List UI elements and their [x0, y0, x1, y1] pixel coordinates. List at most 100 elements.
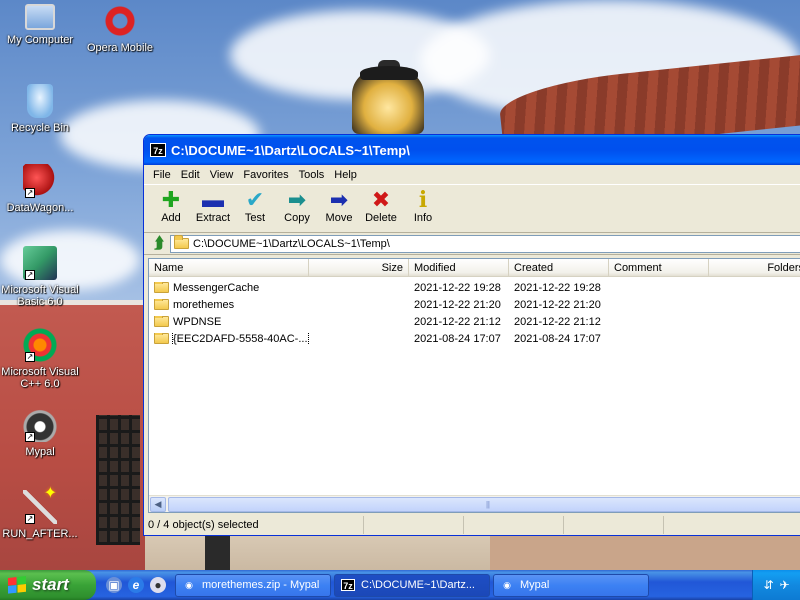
recycle-bin-icon — [27, 84, 53, 118]
file-list-rows: MessengerCache 2021-12-22 19:28 2021-12-… — [149, 277, 800, 347]
desktop-icon-label: Mypal — [25, 446, 55, 458]
desktop-icon-label: Microsoft Visual Basic 6.0 — [1, 284, 79, 308]
copy-button[interactable]: ➡ Copy — [276, 188, 318, 225]
folder-icon — [154, 298, 169, 310]
status-bar: 0 / 4 object(s) selected — [144, 515, 800, 535]
info-icon: i — [418, 187, 428, 213]
taskbar-item-mypal[interactable]: ◉ Mypal — [493, 573, 649, 597]
internet-explorer-icon[interactable]: e — [128, 577, 144, 593]
desktop-icon-opera-mobile[interactable]: Opera Mobile — [80, 4, 160, 54]
menu-edit[interactable]: Edit — [176, 169, 205, 181]
file-created: 2021-08-24 17:07 — [514, 332, 601, 345]
column-header-size[interactable]: Size — [309, 259, 409, 276]
table-row[interactable]: WPDNSE 2021-12-22 21:12 2021-12-22 21:12 — [149, 313, 800, 330]
column-header-name[interactable]: Name — [149, 259, 309, 276]
add-button-label: Add — [161, 212, 181, 224]
horizontal-scrollbar[interactable]: ◀ — [149, 495, 800, 512]
file-name-cell: WPDNSE — [149, 315, 309, 328]
menu-tools[interactable]: Tools — [294, 169, 330, 181]
wallpaper-window-bars — [96, 415, 140, 545]
desktop-icon-label: RUN_AFTER... — [2, 528, 78, 540]
desktop-icon-label: Recycle Bin — [10, 122, 70, 134]
datawagon-icon: ↗ — [23, 164, 57, 198]
file-name: {EEC2DAFD-5558-40AC-... — [172, 332, 309, 345]
move-button-label: Move — [325, 212, 353, 224]
desktop-icon-my-computer[interactable]: My Computer — [0, 4, 80, 46]
desktop-icon-run-after[interactable]: ↗ RUN_AFTER... — [0, 488, 80, 540]
test-button[interactable]: ✔ Test — [234, 188, 276, 225]
window-titlebar[interactable]: 7z C:\DOCUME~1\Dartz\LOCALS~1\Temp\ — [144, 135, 800, 165]
taskbar-item-label: morethemes.zip - Mypal — [202, 579, 320, 591]
desktop-icon-mypal[interactable]: ↗ Mypal — [0, 408, 80, 458]
taskbar-item-label: C:\DOCUME~1\Dartz... — [361, 579, 475, 591]
wallpaper-wall-right — [490, 535, 800, 570]
taskbar-item-label: Mypal — [520, 579, 550, 591]
folder-icon — [154, 332, 169, 344]
extract-button[interactable]: ▬ Extract — [192, 188, 234, 225]
column-header-folders[interactable]: Folders — [709, 259, 800, 276]
shortcut-arrow-icon: ↗ — [25, 352, 35, 362]
info-button[interactable]: i Info — [402, 188, 444, 224]
column-header-created[interactable]: Created — [509, 259, 609, 276]
column-header-modified[interactable]: Modified — [409, 259, 509, 276]
file-created: 2021-12-22 21:12 — [514, 315, 601, 328]
file-name-cell: MessengerCache — [149, 281, 309, 294]
start-button[interactable]: start — [0, 570, 96, 600]
desktop-icon-label: My Computer — [6, 34, 74, 46]
show-desktop-icon[interactable]: ▣ — [106, 577, 122, 593]
status-pane — [564, 516, 664, 534]
address-input[interactable]: C:\DOCUME~1\Dartz\LOCALS~1\Temp\ — [170, 234, 800, 253]
media-player-icon[interactable]: ● — [150, 577, 166, 593]
desktop-icon-visual-basic[interactable]: ↗ Microsoft Visual Basic 6.0 — [0, 246, 80, 308]
desktop-icon-visual-cpp[interactable]: ↗ Microsoft Visual C++ 6.0 — [0, 328, 80, 390]
scroll-left-icon[interactable]: ◀ — [150, 496, 166, 512]
selection-status: 0 / 4 object(s) selected — [144, 516, 364, 534]
network-icon[interactable]: ⇵ — [763, 578, 773, 592]
opera-icon — [103, 4, 137, 38]
shortcut-arrow-icon: ↗ — [25, 188, 35, 198]
shortcut-arrow-icon: ↗ — [25, 432, 35, 442]
shortcut-arrow-icon: ↗ — [25, 270, 35, 280]
my-computer-icon — [25, 4, 55, 30]
table-row[interactable]: morethemes 2021-12-22 21:20 2021-12-22 2… — [149, 296, 800, 313]
taskbar-item-mypal-zip[interactable]: ◉ morethemes.zip - Mypal — [175, 573, 331, 597]
scrollbar-thumb[interactable] — [168, 496, 800, 512]
mypal-icon: ↗ — [23, 408, 57, 442]
menu-favorites[interactable]: Favorites — [238, 169, 293, 181]
file-list[interactable]: Name Size Modified Created Comment Folde… — [148, 258, 800, 513]
menu-bar: File Edit View Favorites Tools Help — [144, 165, 800, 185]
table-row[interactable]: MessengerCache 2021-12-22 19:28 2021-12-… — [149, 279, 800, 296]
add-button[interactable]: ✚ Add — [150, 187, 192, 225]
file-name: WPDNSE — [173, 315, 222, 328]
window-title: C:\DOCUME~1\Dartz\LOCALS~1\Temp\ — [171, 142, 410, 158]
delete-x-icon: ✖ — [371, 187, 391, 212]
windows-logo-icon — [8, 576, 26, 594]
plus-icon: ✚ — [161, 187, 181, 212]
delete-button[interactable]: ✖ Delete — [360, 187, 402, 225]
mypal-icon: ◉ — [503, 580, 511, 590]
copy-button-label: Copy — [284, 212, 310, 224]
menu-file[interactable]: File — [148, 169, 176, 181]
address-text: C:\DOCUME~1\Dartz\LOCALS~1\Temp\ — [193, 237, 390, 250]
taskbar-item-7zip[interactable]: 7z C:\DOCUME~1\Dartz... — [334, 573, 490, 597]
wallpaper-door — [205, 535, 230, 570]
desktop-icon-datawagon[interactable]: ↗ DataWagon... — [0, 164, 80, 214]
desktop-icon-label: Opera Mobile — [86, 42, 154, 54]
delete-button-label: Delete — [365, 212, 397, 224]
file-modified: 2021-12-22 19:28 — [414, 281, 501, 294]
column-header-comment[interactable]: Comment — [609, 259, 709, 276]
menu-help[interactable]: Help — [329, 169, 362, 181]
table-row[interactable]: {EEC2DAFD-5558-40AC-... 2021-08-24 17:07… — [149, 330, 800, 347]
folder-icon — [154, 281, 169, 293]
file-manager-window: 7z C:\DOCUME~1\Dartz\LOCALS~1\Temp\ File… — [143, 134, 800, 536]
menu-view[interactable]: View — [205, 169, 239, 181]
shortcut-arrow-icon: ↗ — [25, 514, 35, 524]
wallpaper-lamp-cap — [360, 66, 418, 80]
start-button-label: start — [32, 575, 69, 594]
magic-wand-icon: ↗ — [23, 488, 57, 524]
folder-up-icon[interactable]: ⮭ — [148, 235, 170, 253]
safely-remove-hardware-icon[interactable]: ✈ — [780, 578, 790, 592]
move-button[interactable]: ➡ Move — [318, 188, 360, 225]
desktop-icon-label: Microsoft Visual C++ 6.0 — [1, 366, 79, 390]
desktop-icon-recycle-bin[interactable]: Recycle Bin — [0, 84, 80, 134]
